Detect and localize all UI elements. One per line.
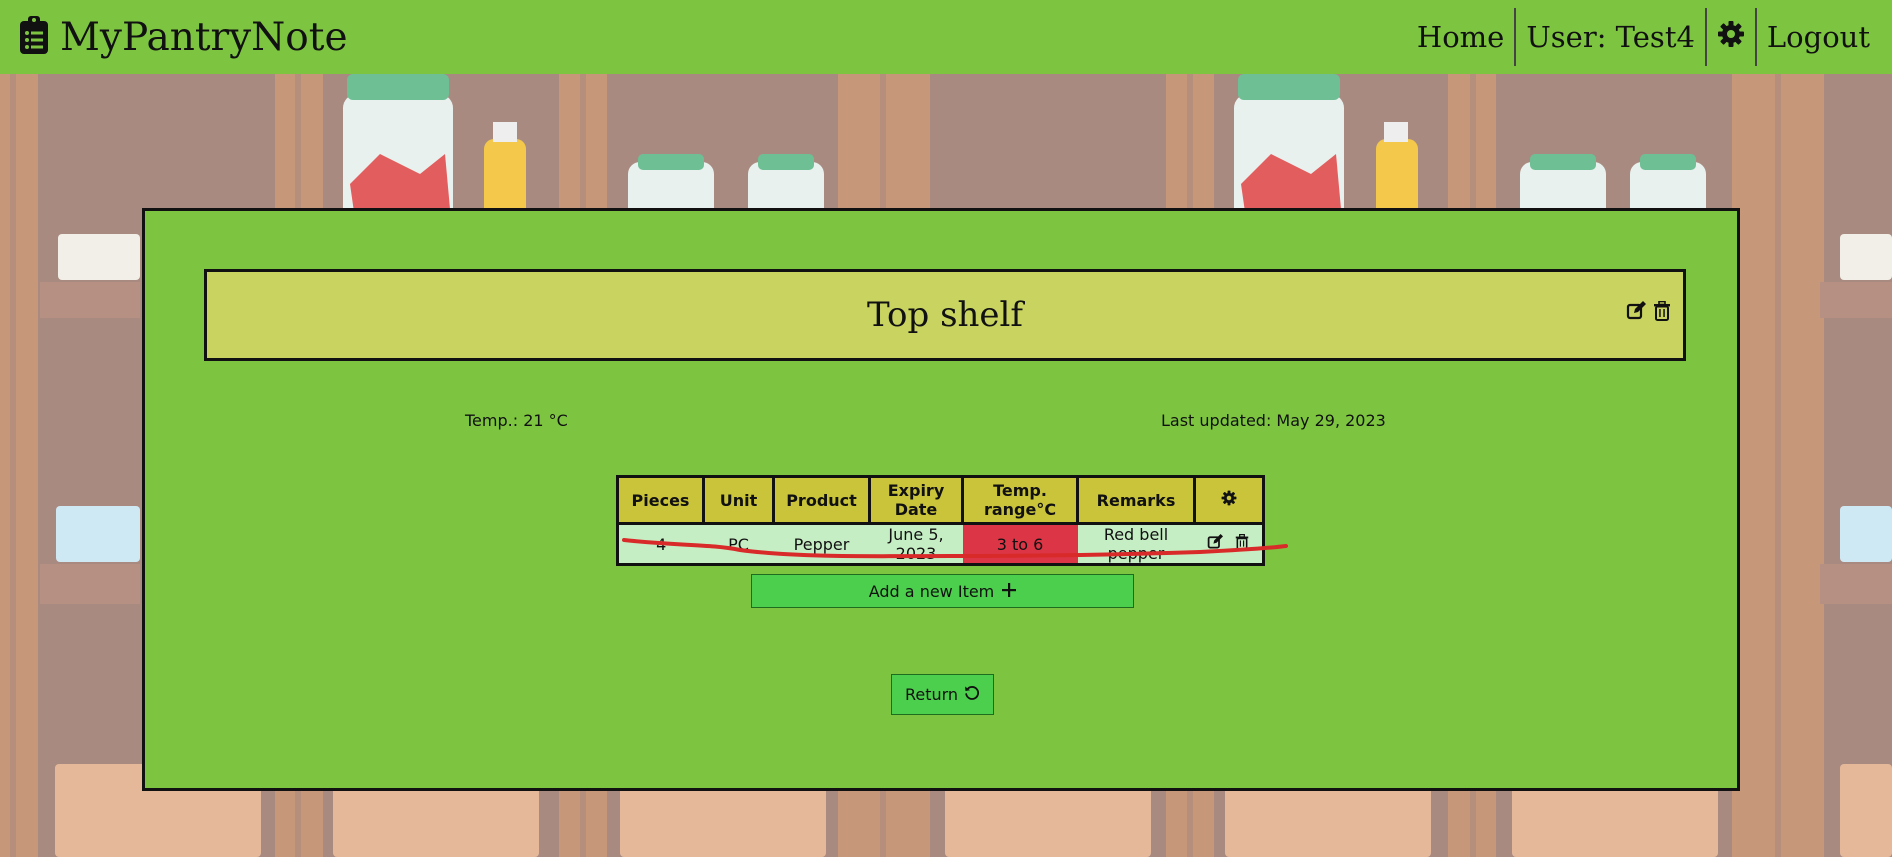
edit-icon bbox=[1626, 301, 1646, 325]
settings-button[interactable] bbox=[1707, 8, 1755, 66]
nav-logout-link[interactable]: Logout bbox=[1757, 8, 1880, 66]
column-header-unit: Unit bbox=[702, 475, 775, 525]
column-header-product: Product bbox=[772, 475, 871, 525]
column-header-expiry: Expiry Date bbox=[868, 475, 964, 525]
plus-icon bbox=[1002, 582, 1017, 601]
edit-shelf-button[interactable] bbox=[1625, 301, 1647, 325]
column-header-remarks: Remarks bbox=[1076, 475, 1196, 525]
brand[interactable]: MyPantryNote bbox=[20, 15, 348, 60]
rotate-icon bbox=[964, 685, 980, 705]
shelf-header: Top shelf bbox=[204, 269, 1686, 361]
shelf-title: Top shelf bbox=[866, 295, 1023, 335]
add-item-button[interactable]: Add a new Item bbox=[751, 574, 1134, 608]
add-item-label: Add a new Item bbox=[868, 581, 995, 601]
nav-menu: Home User: Test4 Logout bbox=[1407, 8, 1880, 66]
return-label: Return bbox=[904, 685, 959, 704]
shelf-temperature: Temp.: 21 °C bbox=[465, 411, 568, 430]
nav-user-link[interactable]: User: Test4 bbox=[1516, 8, 1705, 66]
delete-shelf-button[interactable] bbox=[1651, 300, 1673, 325]
shelf-actions bbox=[1625, 300, 1673, 325]
brand-name: MyPantryNote bbox=[60, 14, 348, 60]
return-button[interactable]: Return bbox=[891, 674, 994, 715]
nav-home-link[interactable]: Home bbox=[1407, 8, 1514, 66]
navbar: MyPantryNote Home User: Test4 Logout bbox=[0, 0, 1892, 74]
column-header-actions bbox=[1193, 475, 1265, 525]
gear-icon bbox=[1717, 20, 1745, 55]
column-header-pieces: Pieces bbox=[616, 475, 705, 525]
table-header-row: Pieces Unit Product Expiry Date Temp. ra… bbox=[616, 475, 1265, 525]
last-updated: Last updated: May 29, 2023 bbox=[1161, 411, 1386, 430]
red-underline-annotation bbox=[622, 538, 1288, 559]
clipboard-list-icon bbox=[20, 16, 48, 58]
gear-icon bbox=[1221, 490, 1237, 510]
trash-icon bbox=[1653, 300, 1671, 325]
column-header-temp-range: Temp. range°C bbox=[961, 475, 1079, 525]
